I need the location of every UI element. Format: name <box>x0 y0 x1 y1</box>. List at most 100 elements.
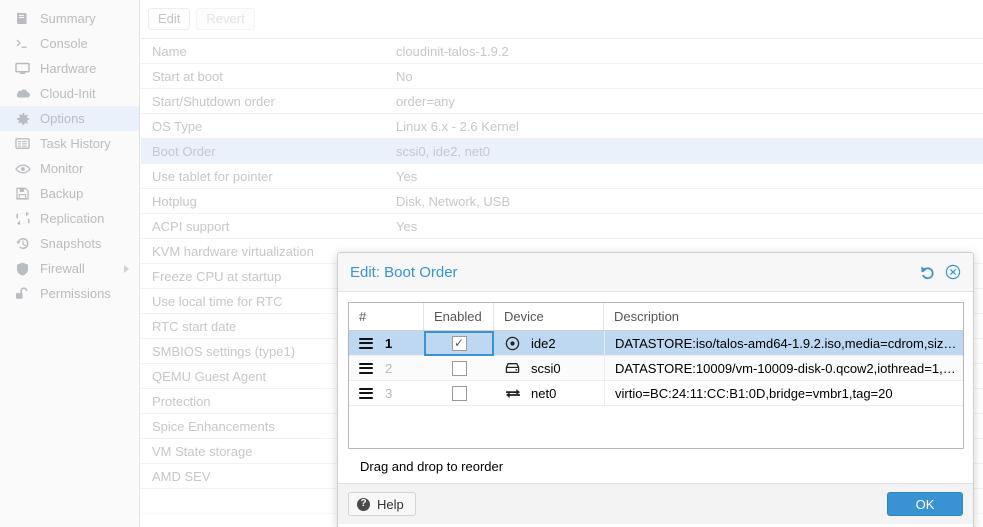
device-name: net0 <box>531 385 557 401</box>
description-cell: virtio=BC:24:11:CC:B1:0D,bridge=vmbr1,ta… <box>604 381 963 405</box>
option-key: OS Type <box>152 118 203 134</box>
device-cell: ide2 <box>494 331 604 355</box>
boot-order-row-ide2[interactable]: 1 ✓ ide2 DATASTORE:iso/talos-amd64-1.9.2… <box>349 330 963 356</box>
sidebar-item-firewall[interactable]: Firewall <box>0 256 139 281</box>
option-value: cloudinit-talos-1.9.2 <box>396 43 509 59</box>
sidebar-item-label: Replication <box>40 211 105 226</box>
options-toolbar: Edit Revert <box>141 0 983 39</box>
sidebar-item-replication[interactable]: Replication <box>0 206 139 231</box>
boot-order-row-scsi0[interactable]: 2 scsi0 DATASTORE:10009/vm-10009-disk-0.… <box>349 356 963 381</box>
table-row[interactable]: Start/Shutdown order order=any <box>141 89 983 114</box>
table-row[interactable]: OS Type Linux 6.x - 2.6 Kernel <box>141 114 983 139</box>
shield-icon <box>14 262 31 276</box>
sidebar-item-label: Console <box>40 36 88 51</box>
table-row[interactable]: ACPI support Yes <box>141 214 983 239</box>
sidebar-item-cloud-init[interactable]: Cloud-Init <box>0 81 139 106</box>
boot-order-row-net0[interactable]: 3 net0 virtio=BC:24:11:CC:B1:0D,bridge=v… <box>349 381 963 406</box>
device-cell: net0 <box>494 381 604 405</box>
sidebar-item-label: Backup <box>40 186 84 201</box>
option-value: Linux 6.x - 2.6 Kernel <box>396 118 519 134</box>
option-key: Hotplug <box>152 193 197 209</box>
option-value: Yes <box>396 168 418 184</box>
replication-icon <box>14 212 31 226</box>
sidebar-item-label: Monitor <box>40 161 84 176</box>
option-key: ACPI support <box>152 218 230 234</box>
floppy-icon <box>14 187 31 201</box>
gear-icon <box>14 112 31 126</box>
question-mark-icon: ? <box>357 497 370 511</box>
book-icon <box>14 12 31 26</box>
network-icon <box>504 386 521 401</box>
sidebar-item-snapshots[interactable]: Snapshots <box>0 231 139 256</box>
sidebar-item-hardware[interactable]: Hardware <box>0 56 139 81</box>
help-button-label: Help <box>377 496 404 512</box>
sidebar-item-label: Hardware <box>40 61 97 76</box>
dialog-body: # Enabled Device Description 1 ✓ ide2 DA… <box>338 292 973 483</box>
table-row[interactable]: Start at boot No <box>141 64 983 89</box>
drag-handle-icon[interactable] <box>359 387 373 399</box>
option-value: order=any <box>396 93 455 109</box>
device-cell: scsi0 <box>494 356 604 380</box>
table-row[interactable]: Name cloudinit-talos-1.9.2 <box>141 39 983 64</box>
grid-empty-area <box>349 406 963 448</box>
description-cell: DATASTORE:10009/vm-10009-disk-0.qcow2,io… <box>604 356 963 380</box>
table-row-boot-order[interactable]: Boot Order scsi0, ide2, net0 <box>141 139 983 164</box>
edit-button[interactable]: Edit <box>148 8 191 30</box>
sidebar-item-monitor[interactable]: Monitor <box>0 156 139 181</box>
device-name: ide2 <box>531 335 556 351</box>
unlock-icon <box>14 287 31 301</box>
table-row[interactable]: Hotplug Disk, Network, USB <box>141 189 983 214</box>
undo-icon[interactable] <box>916 261 938 283</box>
drag-handle-icon[interactable] <box>359 337 373 349</box>
option-key: Start/Shutdown order <box>152 93 275 109</box>
option-key: Start at boot <box>152 68 223 84</box>
column-header-device[interactable]: Device <box>494 303 604 330</box>
column-header-enabled[interactable]: Enabled <box>424 303 494 330</box>
row-number-cell[interactable]: 2 <box>349 356 424 380</box>
chevron-right-icon <box>124 264 129 273</box>
row-number-cell[interactable]: 3 <box>349 381 424 405</box>
table-row[interactable]: Use tablet for pointer Yes <box>141 164 983 189</box>
dialog-header: Edit: Boot Order <box>338 253 973 292</box>
option-key: Boot Order <box>152 143 216 159</box>
sidebar-item-permissions[interactable]: Permissions <box>0 281 139 306</box>
option-value: Yes <box>396 218 418 234</box>
sidebar-item-label: Cloud-Init <box>40 86 96 101</box>
edit-boot-order-dialog: Edit: Boot Order # Enabled Device Descri… <box>337 252 974 527</box>
sidebar-item-task-history[interactable]: Task History <box>0 131 139 156</box>
enabled-checkbox-cell[interactable] <box>424 356 494 381</box>
enabled-checkbox[interactable]: ✓ <box>451 335 467 351</box>
close-circle-icon[interactable] <box>942 261 964 283</box>
drag-handle-icon[interactable] <box>359 362 373 374</box>
drag-drop-hint: Drag and drop to reorder <box>348 449 963 483</box>
monitor-icon <box>14 62 31 76</box>
sidebar-item-label: Firewall <box>40 261 85 276</box>
enabled-checkbox-cell[interactable]: ✓ <box>424 330 494 356</box>
column-header-number[interactable]: # <box>349 303 424 330</box>
option-key: Use tablet for pointer <box>152 168 273 184</box>
enabled-checkbox[interactable] <box>451 385 467 401</box>
revert-button[interactable]: Revert <box>196 8 255 30</box>
dialog-footer: ? Help OK <box>338 483 973 524</box>
sidebar-item-options[interactable]: Options <box>0 106 139 131</box>
sidebar-item-label: Snapshots <box>40 236 102 251</box>
option-value: No <box>396 68 413 84</box>
sidebar-item-console[interactable]: Console <box>0 31 139 56</box>
row-number: 1 <box>385 335 393 351</box>
cdrom-icon <box>504 336 521 351</box>
sidebar-item-label: Summary <box>40 11 96 26</box>
sidebar-item-summary[interactable]: Summary <box>0 6 139 31</box>
column-header-description[interactable]: Description <box>604 303 963 330</box>
vm-sidebar-nav: Summary Console Hardware Cloud-Init Opti <box>0 0 140 527</box>
help-button[interactable]: ? Help <box>348 492 416 516</box>
ok-button[interactable]: OK <box>887 492 963 516</box>
option-value: Disk, Network, USB <box>396 193 511 209</box>
proxmox-vm-options-screen: Summary Console Hardware Cloud-Init Opti <box>0 0 983 527</box>
sidebar-item-label: Options <box>40 111 85 126</box>
row-number-cell[interactable]: 1 <box>349 331 424 355</box>
description-cell: DATASTORE:iso/talos-amd64-1.9.2.iso,medi… <box>604 331 963 355</box>
sidebar-item-backup[interactable]: Backup <box>0 181 139 206</box>
enabled-checkbox-cell[interactable] <box>424 381 494 406</box>
device-name: scsi0 <box>531 360 561 376</box>
enabled-checkbox[interactable] <box>451 360 467 376</box>
